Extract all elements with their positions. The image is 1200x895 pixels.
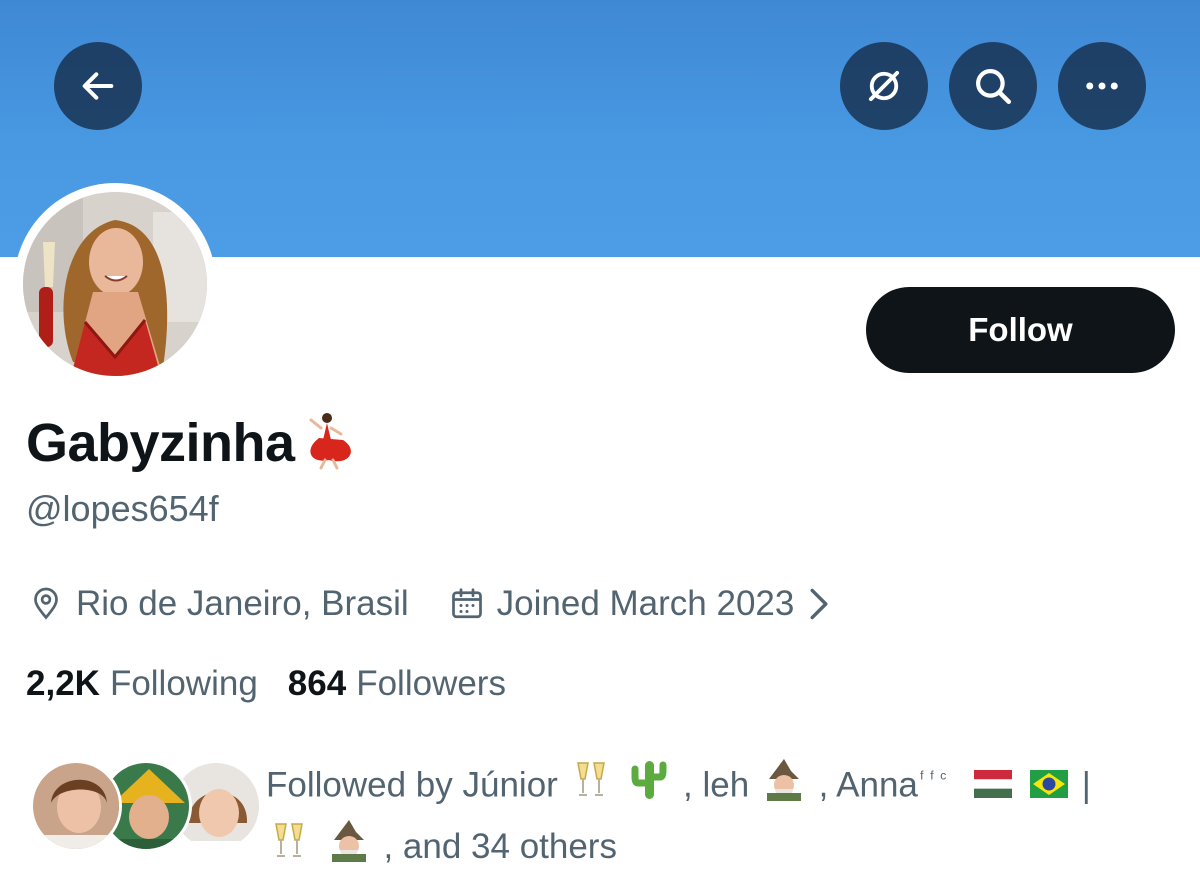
chevron-right-icon bbox=[810, 588, 828, 620]
followed-by-separator: | bbox=[1081, 765, 1091, 805]
followed-by-avatars[interactable] bbox=[30, 760, 262, 852]
search-button[interactable] bbox=[949, 42, 1037, 130]
profile-handle: @lopes654f bbox=[26, 488, 219, 529]
calendar-icon bbox=[451, 588, 482, 619]
location-text: Rio de Janeiro, Brasil bbox=[76, 584, 409, 623]
location-item: Rio de Janeiro, Brasil bbox=[28, 584, 409, 624]
avatar-photo bbox=[23, 192, 207, 376]
hungary-flag-icon bbox=[974, 759, 1013, 815]
followed-by-name-leh: , leh bbox=[683, 765, 750, 805]
anna-superscript: ᶠᶠᶜ bbox=[919, 768, 953, 788]
champagne-glasses-icon bbox=[572, 759, 612, 816]
dancer-emoji-icon bbox=[299, 410, 359, 475]
joined-item[interactable]: Joined March 2023 bbox=[449, 584, 843, 624]
back-button[interactable] bbox=[54, 42, 142, 130]
joined-text: Joined March 2023 bbox=[496, 584, 795, 623]
cactus-icon bbox=[629, 757, 669, 818]
followed-by-name-anna: , Anna bbox=[818, 765, 918, 805]
followers-label: Followers bbox=[356, 664, 506, 703]
followers-count: 864 bbox=[287, 664, 347, 703]
followed-by-text[interactable]: Followed by Júnior , leh , Anna ᶠᶠᶜ | , a… bbox=[266, 750, 1166, 879]
followers-link[interactable]: 864 Followers bbox=[288, 664, 506, 704]
mage-icon bbox=[763, 757, 805, 818]
arrow-left-icon bbox=[82, 72, 114, 100]
location-pin-icon bbox=[34, 587, 58, 620]
mage-icon bbox=[328, 818, 370, 879]
followed-by-suffix: , and 34 others bbox=[383, 826, 617, 866]
display-name: Gabyzinha bbox=[26, 412, 295, 473]
profile-avatar[interactable] bbox=[14, 183, 216, 385]
followed-by-prefix: Followed by Júnior bbox=[266, 765, 558, 805]
following-count: 2,2K bbox=[26, 664, 100, 703]
following-label: Following bbox=[109, 664, 258, 703]
champagne-glasses-icon bbox=[270, 820, 310, 877]
more-button[interactable] bbox=[1058, 42, 1146, 130]
search-icon bbox=[976, 69, 1012, 105]
brazil-flag-icon bbox=[1030, 759, 1068, 815]
more-horizontal-icon bbox=[1086, 82, 1118, 90]
following-link[interactable]: 2,2K Following bbox=[26, 664, 258, 704]
follow-button[interactable]: Follow bbox=[866, 287, 1175, 373]
follower-avatar bbox=[30, 760, 122, 852]
display-name-row: Gabyzinha bbox=[26, 410, 359, 475]
profile-meta: Rio de Janeiro, Brasil Joined March 2023 bbox=[28, 584, 842, 624]
translate-button[interactable] bbox=[840, 42, 928, 130]
translate-icon bbox=[868, 70, 900, 102]
profile-stats: 2,2K Following 864 Followers bbox=[26, 664, 506, 704]
